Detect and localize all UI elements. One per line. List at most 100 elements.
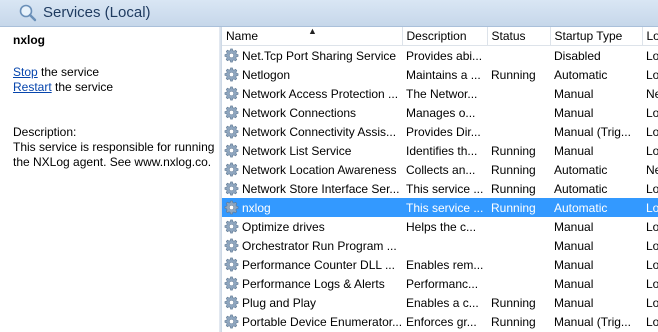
- service-gear-icon: [224, 67, 239, 82]
- restart-suffix: the service: [51, 80, 114, 94]
- service-status-cell: [487, 84, 550, 103]
- column-header-name[interactable]: Name ▲: [222, 27, 403, 46]
- selected-service-name: nxlog: [13, 33, 45, 47]
- service-name-cell: Netlogon: [222, 65, 402, 84]
- service-description-cell: Collects an...: [406, 162, 476, 177]
- stop-link[interactable]: Stop: [13, 65, 38, 79]
- table-row[interactable]: Network List Service Identifies th... Runn…: [222, 141, 658, 160]
- service-status-cell: Running: [491, 67, 536, 82]
- service-description-cell: Provides Dir...: [406, 124, 481, 139]
- service-logon-cell: Loc: [646, 276, 658, 291]
- sort-ascending-icon: ▲: [308, 27, 317, 36]
- table-row[interactable]: Network Access Protection ... The Networ.…: [222, 84, 658, 103]
- service-description-cell: This service ...: [402, 198, 487, 217]
- service-status-cell: [487, 217, 550, 236]
- service-logon-cell: Loc: [646, 219, 658, 234]
- service-gear-icon: [224, 200, 239, 215]
- column-header-status[interactable]: Status: [487, 27, 551, 46]
- service-gear-icon: [224, 105, 239, 120]
- service-name-cell: Plug and Play: [222, 293, 402, 312]
- service-description-cell: Manages o...: [406, 105, 476, 120]
- service-name-cell: Network Connectivity Assis...: [222, 122, 402, 141]
- table-row[interactable]: nxlog This service ...RunningAutomaticLoc: [222, 198, 658, 217]
- service-status-cell: Running: [491, 143, 536, 158]
- service-logon-cell: Loc: [646, 67, 658, 82]
- table-row[interactable]: Net.Tcp Port Sharing Service Provides abi…: [222, 46, 658, 66]
- service-name-text: Network Location Awareness: [242, 163, 397, 177]
- service-name-text: Network Connectivity Assis...: [242, 125, 397, 139]
- service-gear-icon: [224, 143, 239, 158]
- table-row[interactable]: Netlogon Maintains a ... Running Automatic L…: [222, 65, 658, 84]
- service-name-text: Optimize drives: [242, 220, 325, 234]
- service-status-cell: Running: [487, 198, 550, 217]
- service-gear-icon: [224, 86, 239, 101]
- service-logon-cell: Loc: [646, 314, 658, 329]
- table-row[interactable]: Performance Counter DLL ... Enables rem..…: [222, 255, 658, 274]
- service-logon-cell: Loc: [642, 198, 658, 217]
- service-status-cell: [487, 122, 550, 141]
- services-table-container: Name▲ Description Status Startup Type Lo…: [222, 27, 658, 332]
- table-row[interactable]: Portable Device Enumerator... Enforces gr…: [222, 312, 658, 331]
- service-startup-type-cell: Automatic: [554, 162, 608, 177]
- service-name-text: Net.Tcp Port Sharing Service: [242, 49, 397, 63]
- service-logon-cell: Ne: [646, 86, 658, 101]
- service-name-cell: Network Store Interface Ser...: [222, 179, 402, 198]
- service-name-cell: Orchestrator Run Program ...: [222, 236, 402, 255]
- service-startup-type-cell: Manual: [554, 257, 594, 272]
- service-status-cell: Running: [491, 295, 536, 310]
- table-row[interactable]: Orchestrator Run Program ... Manual Loc: [222, 236, 658, 255]
- service-status-cell: Running: [491, 314, 536, 329]
- table-row[interactable]: Network Store Interface Ser... This servi…: [222, 179, 658, 198]
- service-startup-type-cell: Manual: [554, 238, 594, 253]
- service-name-cell: Network List Service: [222, 141, 402, 160]
- service-gear-icon: [224, 162, 239, 177]
- service-description-cell: Performanc...: [406, 276, 479, 291]
- service-description-cell: Enables a c...: [406, 295, 479, 310]
- service-name-cell: Net.Tcp Port Sharing Service: [222, 46, 402, 66]
- service-name-text: Network Connections: [242, 106, 357, 120]
- service-name-text: Network Store Interface Ser...: [242, 182, 400, 196]
- column-header-description[interactable]: Description: [402, 27, 488, 46]
- service-logon-cell: Loc: [646, 124, 658, 139]
- service-status-cell: [487, 274, 550, 293]
- table-row[interactable]: Network Connections Manages o... Manual Loc: [222, 103, 658, 122]
- service-startup-type-cell: Manual (Trig...: [554, 124, 631, 139]
- service-name-text: Network List Service: [242, 144, 352, 158]
- service-name-cell: Performance Logs & Alerts: [222, 274, 402, 293]
- service-startup-type-cell: Manual: [554, 219, 594, 234]
- service-gear-icon: [224, 124, 239, 139]
- service-name-cell: Network Connections: [222, 103, 402, 122]
- table-row[interactable]: Network Connectivity Assis... Provides Di…: [222, 122, 658, 141]
- service-gear-icon: [224, 181, 239, 196]
- service-logon-cell: Loc: [646, 257, 658, 272]
- service-name-text: Orchestrator Run Program ...: [242, 239, 397, 253]
- page-title: Services (Local): [43, 4, 151, 21]
- service-name-text: Netlogon: [242, 68, 291, 82]
- service-startup-type-cell: Manual: [554, 86, 594, 101]
- service-logon-cell: Loc: [646, 105, 658, 120]
- service-gear-icon: [224, 314, 239, 329]
- service-startup-type-cell: Manual: [554, 276, 594, 291]
- services-table: Name▲ Description Status Startup Type Lo…: [222, 27, 658, 331]
- table-row[interactable]: Performance Logs & Alerts Performanc... Ma…: [222, 274, 658, 293]
- services-header: Services (Local): [0, 0, 658, 27]
- service-name-text: nxlog: [242, 201, 271, 215]
- restart-link[interactable]: Restart: [13, 80, 52, 94]
- service-logon-cell: Loc: [646, 238, 658, 253]
- service-gear-icon: [224, 257, 239, 272]
- service-status-cell: [487, 46, 550, 66]
- service-name-cell: nxlog: [222, 198, 402, 217]
- table-row[interactable]: Network Location Awareness Collects an...…: [222, 160, 658, 179]
- service-gear-icon: [224, 48, 239, 63]
- service-startup-type-cell: Manual (Trig...: [554, 314, 631, 329]
- service-name-text: Performance Logs & Alerts: [242, 277, 385, 291]
- table-row[interactable]: Plug and Play Enables a c... Running Manual…: [222, 293, 658, 312]
- service-logon-cell: Ne: [646, 162, 658, 177]
- service-name-text: Plug and Play: [242, 296, 317, 310]
- service-description-cell: Enforces gr...: [406, 314, 477, 329]
- column-header-startup-type[interactable]: Startup Type: [550, 27, 643, 46]
- column-header-log-on-as[interactable]: Log: [642, 27, 658, 46]
- service-status-cell: [487, 255, 550, 274]
- description-label: Description:: [13, 125, 77, 139]
- table-row[interactable]: Optimize drives Helps the c... Manual Loc: [222, 217, 658, 236]
